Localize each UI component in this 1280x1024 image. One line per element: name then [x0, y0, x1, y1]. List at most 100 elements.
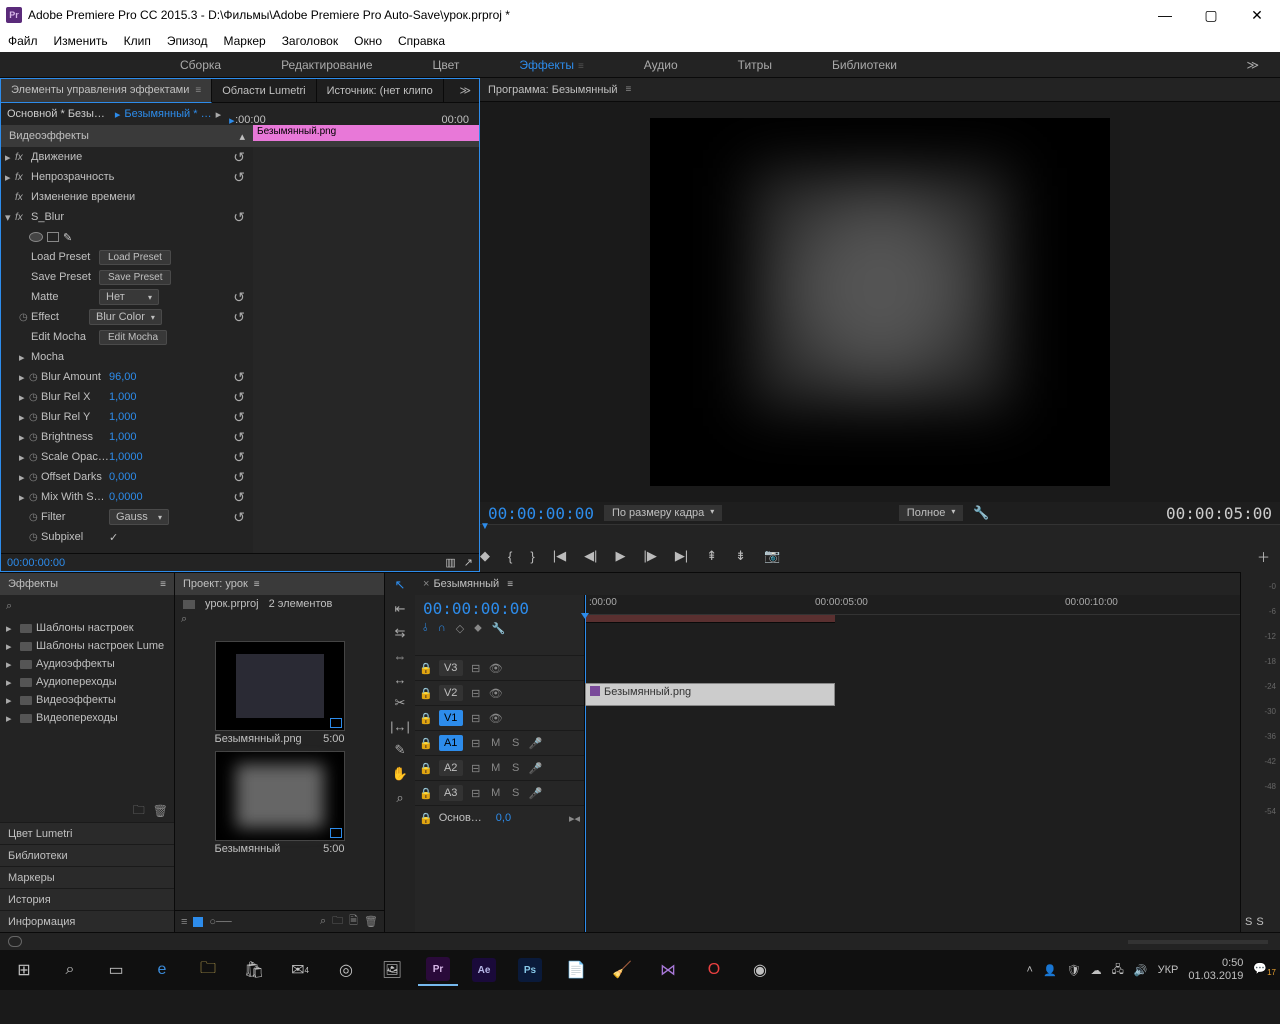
tab-markers[interactable]: Маркеры	[0, 866, 174, 888]
photoshop-icon[interactable]: Ps	[510, 954, 550, 986]
explorer-icon[interactable]: 🗀	[188, 954, 228, 986]
lock-icon[interactable]: 🔒	[419, 737, 433, 750]
quality-dropdown[interactable]: Полное▾	[899, 505, 964, 521]
load-preset-button[interactable]: Load Preset	[99, 250, 171, 265]
stopwatch-icon[interactable]: ◷	[29, 432, 39, 443]
master-clip-label[interactable]: Основной * Безы…	[7, 108, 105, 120]
effect-dropdown[interactable]: Blur Color▾	[89, 309, 162, 325]
collapse-icon[interactable]: ▸◂	[569, 812, 580, 825]
lock-icon[interactable]: 🔒	[419, 687, 433, 700]
new-item-icon[interactable]: 🗎	[349, 912, 358, 931]
program-ruler[interactable]: ▼	[480, 524, 1280, 540]
reset-icon[interactable]: ↺	[229, 369, 249, 386]
value-input[interactable]: 0,000	[109, 471, 137, 483]
track-select-tool-icon[interactable]: ⇤	[395, 601, 406, 617]
rolling-tool-icon[interactable]: ⇔	[394, 649, 407, 664]
zoom-tool-icon[interactable]: ⌕	[396, 790, 403, 806]
panel-menu-icon[interactable]: ≡	[195, 85, 201, 96]
mark-in-icon[interactable]: ◆	[480, 548, 490, 564]
lift-icon[interactable]: ⇞	[706, 548, 717, 564]
razor-tool-icon[interactable]: ✂	[395, 695, 406, 711]
timeline-clip[interactable]: Безымянный.png	[585, 683, 835, 706]
mix-row[interactable]: ▸◷Mix With S…0,0000↺	[1, 487, 253, 507]
button-editor-icon[interactable]: ＋	[1257, 547, 1270, 566]
menu-title[interactable]: Заголовок	[282, 34, 338, 48]
pen-mask-icon[interactable]: ✎	[63, 231, 72, 244]
workspace-titles[interactable]: Титры	[738, 58, 772, 72]
rate-tool-icon[interactable]: ↔	[394, 672, 407, 687]
value-input[interactable]: 1,000	[109, 431, 137, 443]
blur-amount-value[interactable]: 96,00	[109, 371, 137, 383]
mic-icon[interactable]: 🎤	[529, 737, 543, 750]
tab-source[interactable]: Источник: (нет клипо	[317, 79, 444, 103]
stopwatch-icon[interactable]: ◷	[29, 512, 39, 523]
reset-icon[interactable]: ↺	[229, 489, 249, 506]
loop-icon[interactable]: ▥	[445, 556, 455, 569]
save-preset-button[interactable]: Save Preset	[99, 270, 171, 285]
obs-icon[interactable]: ◉	[740, 954, 780, 986]
wrench-icon[interactable]: 🔧	[973, 505, 989, 521]
tab-info[interactable]: Информация	[0, 910, 174, 932]
stopwatch-icon[interactable]: ◷	[29, 492, 39, 503]
reset-icon[interactable]: ↺	[229, 209, 249, 226]
play-only-icon[interactable]: ▸	[212, 108, 226, 121]
stopwatch-icon[interactable]: ◷	[19, 312, 29, 323]
menu-help[interactable]: Справка	[398, 34, 445, 48]
list-view-icon[interactable]: ≡	[181, 916, 187, 928]
subpixel-row[interactable]: ◷Subpixel✓	[1, 527, 253, 547]
panel-menu-icon[interactable]: ≡	[626, 84, 632, 95]
effect-time-remap[interactable]: fxИзменение времени	[1, 187, 253, 207]
project-tab[interactable]: Проект: урок	[183, 578, 248, 590]
search-icon[interactable]: ⌕	[6, 600, 12, 613]
menu-file[interactable]: Файл	[8, 34, 38, 48]
track-a2[interactable]: 🔒A2⊟MS🎤	[415, 755, 584, 780]
onedrive-icon[interactable]: ☁	[1091, 964, 1102, 977]
marker-icon[interactable]: ◇	[456, 622, 464, 635]
menu-sequence[interactable]: Эпизод	[167, 34, 208, 48]
blur-relx-row[interactable]: ▸◷Blur Rel X1,000↺	[1, 387, 253, 407]
paint-icon[interactable]: 🖼	[372, 954, 412, 986]
minimize-button[interactable]: —	[1142, 0, 1188, 30]
rect-mask-icon[interactable]	[47, 232, 59, 242]
eye-icon[interactable]: 👁	[489, 712, 503, 725]
checkbox-on-icon[interactable]: ✓	[109, 531, 118, 544]
workspace-audio[interactable]: Аудио	[644, 58, 678, 72]
reset-icon[interactable]: ↺	[229, 429, 249, 446]
icon-view-icon[interactable]	[193, 917, 203, 927]
collapse-icon[interactable]: ▴	[239, 130, 245, 143]
tab-lumetri-scopes[interactable]: Области Lumetri	[212, 79, 316, 103]
chrome-icon[interactable]: ◎	[326, 954, 366, 986]
solo-right[interactable]: S	[1256, 916, 1263, 928]
tab-history[interactable]: История	[0, 888, 174, 910]
eye-icon[interactable]: 👁	[489, 662, 503, 675]
store-icon[interactable]: 🛍	[234, 954, 274, 986]
taskview-button[interactable]: ▭	[96, 954, 136, 986]
trash-icon[interactable]: 🗑	[364, 915, 378, 928]
eye-icon[interactable]: 👁	[489, 687, 503, 700]
program-tab[interactable]: Программа: Безымянный	[488, 84, 618, 96]
tab-libraries[interactable]: Библиотеки	[0, 844, 174, 866]
reset-icon[interactable]: ↺	[229, 509, 249, 526]
track-a1[interactable]: 🔒A1⊟MS🎤	[415, 730, 584, 755]
out-point-icon[interactable]: }	[530, 549, 534, 564]
menu-edit[interactable]: Изменить	[54, 34, 108, 48]
vs-icon[interactable]: ⋈	[648, 954, 688, 986]
reset-icon[interactable]: ↺	[229, 149, 249, 166]
notepad-icon[interactable]: 📄	[556, 954, 596, 986]
fit-dropdown[interactable]: По размеру кадра▾	[604, 505, 722, 521]
opera-icon[interactable]: O	[694, 954, 734, 986]
project-item[interactable]: Безымянный5:00	[215, 751, 345, 857]
tray-up-icon[interactable]: ˄	[1027, 964, 1033, 976]
panel-menu-icon[interactable]: ≡	[254, 579, 260, 590]
extract-icon[interactable]: ⇟	[735, 548, 746, 564]
volume-icon[interactable]: 🔊	[1134, 964, 1148, 977]
mocha-row[interactable]: ▸Mocha	[1, 347, 253, 367]
workspace-libraries[interactable]: Библиотеки	[832, 58, 897, 72]
zoom-slider[interactable]: ○──	[209, 916, 231, 928]
search-button[interactable]: ⌕	[50, 954, 90, 986]
timeline-ruler[interactable]: :00:00 00:00:05:00 00:00:10:00	[585, 595, 1240, 615]
effects-folder[interactable]: ▸Шаблоны настроек Lume	[0, 637, 174, 655]
track-master[interactable]: 🔒Основ…0,0▸◂	[415, 805, 584, 830]
mail-icon[interactable]: ✉4	[280, 954, 320, 986]
reset-icon[interactable]: ↺	[229, 409, 249, 426]
